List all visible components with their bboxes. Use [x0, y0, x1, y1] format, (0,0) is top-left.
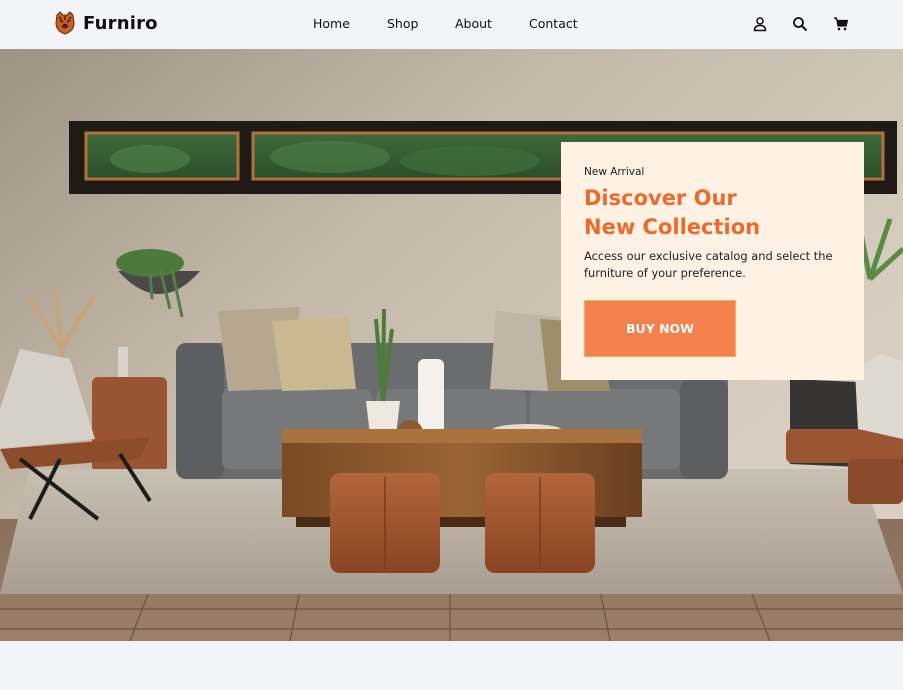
- promo-headline-line2: New Collection: [584, 215, 761, 239]
- nav-about[interactable]: About: [455, 16, 492, 31]
- search-icon[interactable]: [792, 16, 808, 32]
- promo-description: Access our exclusive catalog and select …: [584, 249, 833, 280]
- buy-now-button[interactable]: BUY NOW: [584, 300, 736, 357]
- nav-home[interactable]: Home: [313, 16, 350, 31]
- hero-banner: New Arrival Discover Our New Collection …: [0, 49, 903, 641]
- user-icon[interactable]: [752, 16, 768, 32]
- site-header: Furniro Home Shop About Contact: [0, 0, 903, 49]
- promo-card: New Arrival Discover Our New Collection …: [561, 142, 864, 380]
- nav-contact[interactable]: Contact: [529, 16, 578, 31]
- promo-headline-line1: Discover Our: [584, 186, 737, 210]
- nav-shop[interactable]: Shop: [387, 16, 418, 31]
- page-bottom-strip: [0, 641, 903, 690]
- promo-eyebrow: New Arrival: [584, 166, 645, 178]
- promo-headline: Discover Our New Collection: [584, 184, 760, 242]
- cart-icon[interactable]: [833, 16, 849, 32]
